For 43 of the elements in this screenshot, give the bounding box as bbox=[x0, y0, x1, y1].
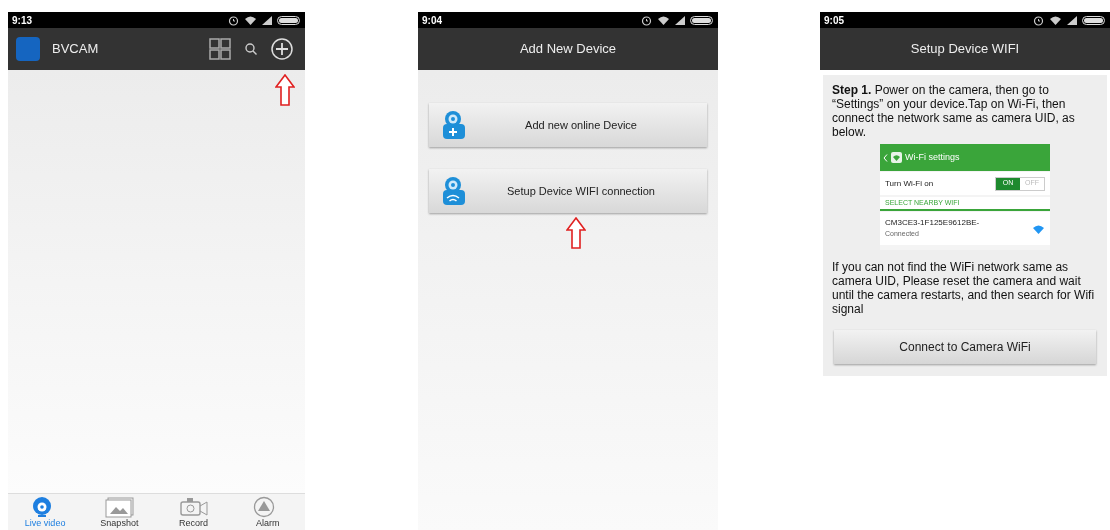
arrow-annotation bbox=[566, 217, 586, 249]
status-time: 9:04 bbox=[422, 13, 442, 28]
signal-icon bbox=[262, 15, 272, 25]
wifi-icon bbox=[657, 15, 670, 25]
network-name: CM3CE3-1F125E9612BE- bbox=[885, 217, 981, 230]
wifi-icon bbox=[244, 15, 257, 25]
picture-icon bbox=[104, 496, 134, 518]
nav-tab[interactable]: Snapshot bbox=[89, 496, 150, 529]
search-icon[interactable] bbox=[245, 43, 257, 55]
setting-label: Turn Wi-Fi on bbox=[885, 177, 935, 190]
status-time: 9:05 bbox=[824, 13, 844, 28]
screen-title: Setup Device WIFI bbox=[910, 40, 1020, 59]
signal-icon bbox=[1067, 15, 1077, 25]
alarm-clock-icon bbox=[1033, 14, 1044, 26]
nav-tab[interactable]: Alarm bbox=[237, 496, 298, 529]
status-time: 9:13 bbox=[12, 13, 32, 28]
back-icon bbox=[883, 153, 888, 162]
nav-tab[interactable]: Record bbox=[163, 496, 224, 529]
instruction-text: Step 1. Power on the camera, then go to “Settings” on your device.Tap on Wi-Fi, then connect the network same as camera UID, as below. bbox=[832, 83, 1076, 139]
battery-icon bbox=[277, 15, 301, 25]
alarm-clock-icon bbox=[228, 14, 239, 26]
battery-icon bbox=[1082, 15, 1106, 25]
signal-icon bbox=[675, 15, 685, 25]
alarm-clock-icon bbox=[641, 14, 652, 26]
camera-icon bbox=[441, 110, 467, 140]
wifi-icon bbox=[1049, 15, 1062, 25]
add-icon[interactable] bbox=[271, 38, 293, 60]
camera-icon bbox=[441, 176, 467, 206]
option-button[interactable]: Setup Device WIFI connection bbox=[429, 169, 707, 213]
video-camera-icon bbox=[179, 496, 209, 518]
inset-title: Wi-Fi settings bbox=[905, 150, 960, 164]
screen-title: Add New Device bbox=[519, 40, 617, 59]
arrow-annotation bbox=[275, 74, 295, 106]
grid-view-icon[interactable] bbox=[209, 38, 231, 60]
nav-tab[interactable]: Live video bbox=[15, 496, 76, 529]
app-name: BVCAM bbox=[52, 40, 100, 59]
wifi-icon bbox=[891, 152, 902, 163]
wifi-signal-icon bbox=[1032, 223, 1045, 234]
help-text: If you can not find the WiFi network same as camera UID, Please reset the camera and wait until the camera restarts, and then search for Wifi signal bbox=[832, 260, 1096, 316]
option-button[interactable]: Add new online Device bbox=[429, 103, 707, 147]
connect-button[interactable]: Connect to Camera WiFi bbox=[834, 330, 1096, 364]
app-logo-icon bbox=[16, 37, 40, 61]
battery-icon bbox=[690, 15, 714, 25]
